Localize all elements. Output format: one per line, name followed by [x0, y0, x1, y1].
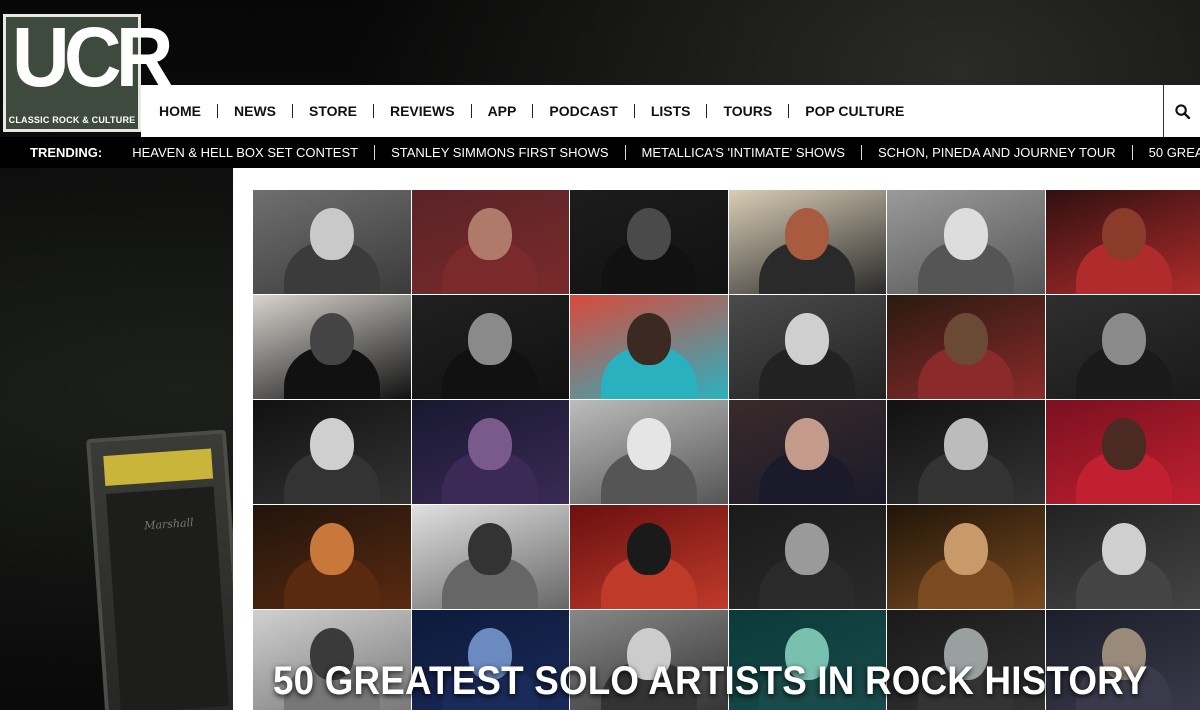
- trending-bar: TRENDING: HEAVEN & HELL BOX SET CONTEST S…: [0, 137, 1200, 168]
- trending-link[interactable]: STANLEY SIMMONS FIRST SHOWS: [375, 144, 626, 160]
- nav-item-pop-culture[interactable]: POP CULTURE: [789, 104, 920, 118]
- artist-photo-tile: [570, 295, 728, 399]
- article-headline[interactable]: 50 GREATEST SOLO ARTISTS IN ROCK HISTORY: [273, 659, 1147, 704]
- search-icon: [1174, 103, 1190, 119]
- artist-photo-tile: [411, 295, 569, 399]
- nav-item-reviews[interactable]: REVIEWS: [374, 104, 472, 118]
- artist-photo-tile: [570, 400, 728, 504]
- artist-photo-tile: [1045, 400, 1200, 504]
- artist-photo-tile: [887, 505, 1045, 609]
- artist-photo-tile: [887, 295, 1045, 399]
- artist-photo-tile: [887, 400, 1045, 504]
- artist-photo-tile: [1045, 505, 1200, 609]
- artist-photo-collage: [253, 190, 1200, 710]
- trending-links: HEAVEN & HELL BOX SET CONTEST STANLEY SIM…: [116, 144, 1200, 162]
- artist-photo-tile: [728, 505, 886, 609]
- nav-item-app[interactable]: APP: [472, 104, 534, 118]
- nav-item-store[interactable]: STORE: [293, 104, 374, 118]
- artist-photo-tile: [253, 295, 411, 399]
- artist-photo-tile: [253, 505, 411, 609]
- artist-photo-tile: [411, 190, 569, 294]
- nav-item-podcast[interactable]: PODCAST: [533, 104, 635, 118]
- artist-photo-tile: [728, 295, 886, 399]
- artist-photo-tile: [253, 400, 411, 504]
- artist-photo-tile: [570, 505, 728, 609]
- artist-photo-tile: [411, 505, 569, 609]
- trending-label: TRENDING:: [30, 145, 103, 160]
- trending-link[interactable]: SCHON, PINEDA AND JOURNEY TOUR: [861, 144, 1133, 160]
- nav-item-lists[interactable]: LISTS: [635, 104, 708, 118]
- nav-item-tours[interactable]: TOURS: [707, 104, 790, 118]
- artist-photo-tile: [1045, 190, 1200, 294]
- artist-photo-tile: [570, 190, 728, 294]
- logo-tagline: CLASSIC ROCK & CULTURE: [8, 115, 136, 125]
- logo-mark: UCR: [12, 10, 174, 104]
- trending-link[interactable]: METALLICA'S 'INTIMATE' SHOWS: [625, 144, 862, 160]
- amplifier-image: Marshall: [86, 429, 246, 710]
- search-button[interactable]: [1163, 85, 1200, 137]
- artist-photo-tile: [887, 190, 1045, 294]
- artist-photo-tile: [728, 190, 886, 294]
- artist-photo-tile: [728, 400, 886, 504]
- main-nav: HOME NEWS STORE REVIEWS APP PODCAST LISTS TOURS…: [141, 85, 1200, 137]
- artist-photo-tile: [253, 190, 411, 294]
- nav-list: HOME NEWS STORE REVIEWS APP PODCAST LISTS TOURS…: [141, 104, 920, 118]
- artist-photo-tile: [1045, 295, 1200, 399]
- featured-article-hero[interactable]: 50 GREATEST SOLO ARTISTS IN ROCK HISTORY: [253, 190, 1200, 710]
- nav-item-home[interactable]: HOME: [143, 104, 218, 118]
- trending-link[interactable]: HEAVEN & HELL BOX SET CONTEST: [116, 144, 376, 160]
- content-card: 50 GREATEST SOLO ARTISTS IN ROCK HISTORY: [233, 168, 1200, 710]
- nav-item-news[interactable]: NEWS: [218, 104, 293, 118]
- artist-photo-tile: [411, 400, 569, 504]
- site-logo[interactable]: UCR CLASSIC ROCK & CULTURE: [3, 14, 174, 132]
- trending-link[interactable]: 50 GREATEST SOLO ARTIST: [1133, 145, 1200, 160]
